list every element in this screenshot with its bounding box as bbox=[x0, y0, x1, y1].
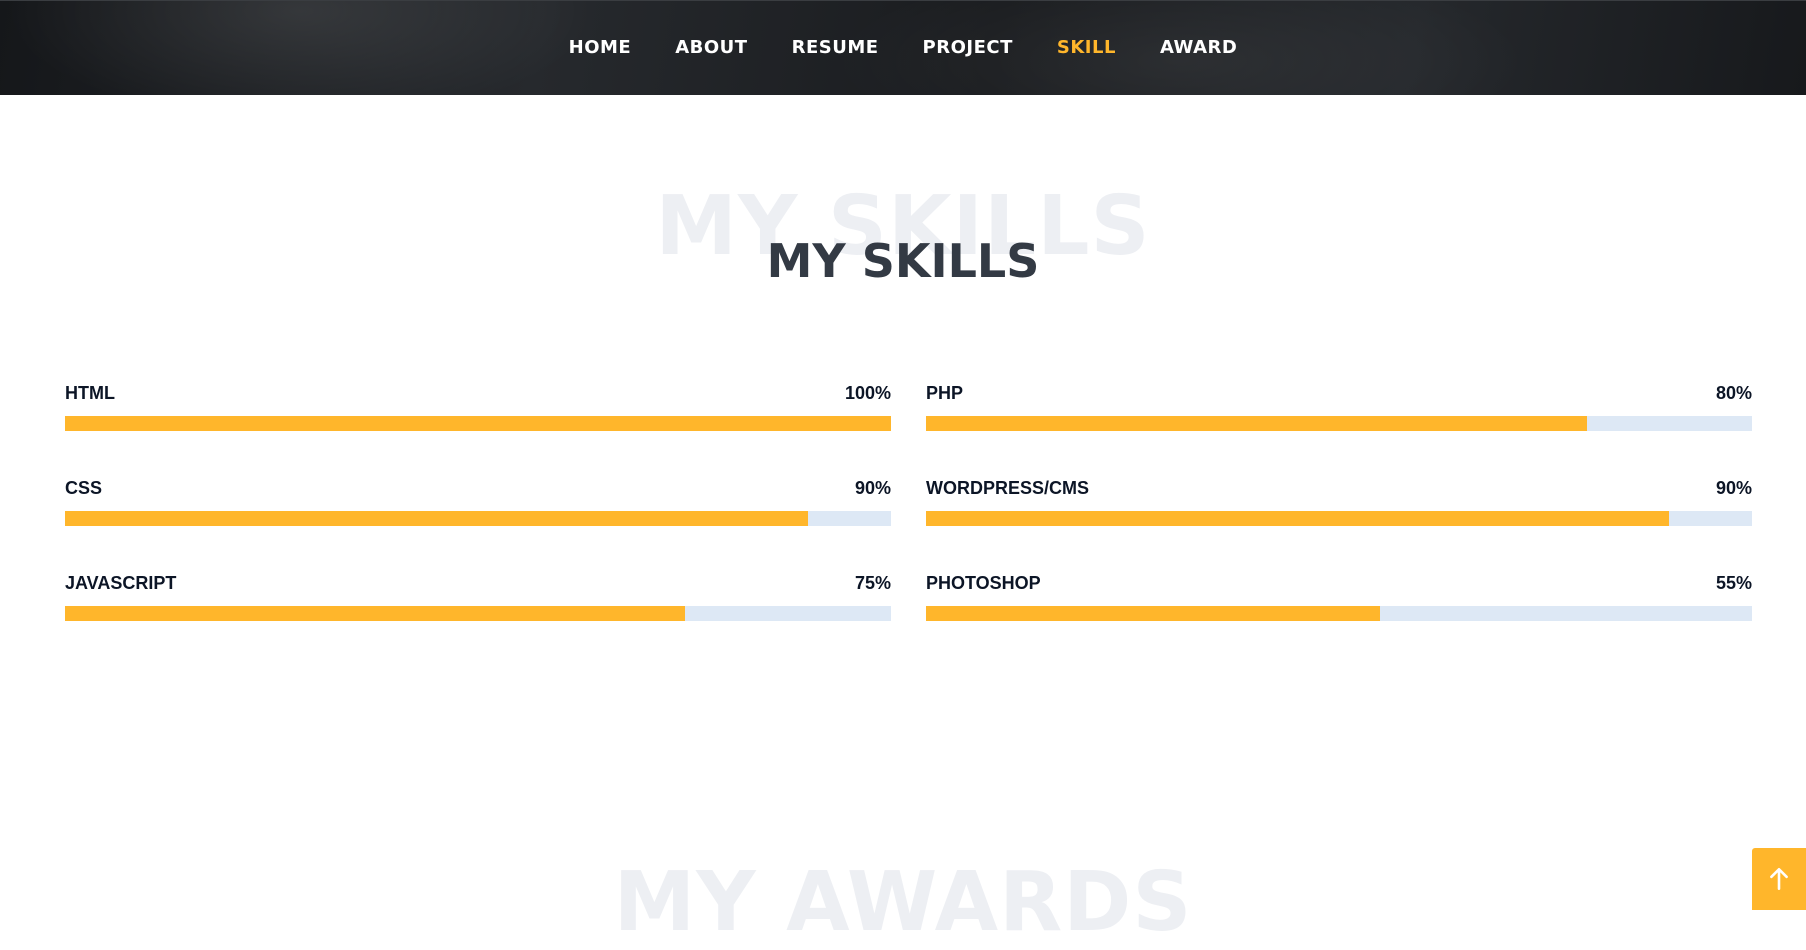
skill-name: PHOTOSHOP bbox=[926, 573, 1041, 593]
skill-progress-track bbox=[926, 416, 1752, 431]
skill-progress-fill bbox=[926, 416, 1587, 431]
skill-progress-track bbox=[65, 416, 891, 431]
nav-item-skill[interactable]: SKILL bbox=[1035, 1, 1138, 95]
skill-progress-fill bbox=[65, 606, 685, 621]
section-ghost-title: MY AWARDS bbox=[613, 855, 1193, 950]
skill-percent: 90% bbox=[1715, 478, 1752, 498]
skill-name: HTML bbox=[65, 383, 115, 403]
skill-progress-track bbox=[926, 511, 1752, 526]
skill-name: CSS bbox=[65, 478, 103, 498]
skill-item-photoshop: PHOTOSHOP 55% bbox=[926, 568, 1752, 663]
nav-item-home[interactable]: HOME bbox=[547, 1, 654, 95]
nav-item-about[interactable]: ABOUT bbox=[653, 1, 769, 95]
skill-progress-fill bbox=[65, 511, 809, 526]
skill-item-wordpress: WORDPRESS/CMS 90% bbox=[926, 473, 1752, 568]
skill-percent: 100% bbox=[844, 383, 891, 403]
skill-name: WORDPRESS/CMS bbox=[926, 478, 1090, 498]
skill-name: JAVASCRIPT bbox=[65, 573, 177, 593]
nav-item-resume[interactable]: RESUME bbox=[770, 1, 901, 95]
site-header: HOME ABOUT RESUME PROJECT SKILL AWARD bbox=[0, 0, 1806, 95]
arrow-up-icon bbox=[1770, 867, 1788, 891]
skill-progress-fill bbox=[926, 511, 1670, 526]
skill-progress-track bbox=[65, 606, 891, 621]
nav-item-project[interactable]: PROJECT bbox=[901, 1, 1035, 95]
skill-progress-track bbox=[65, 511, 891, 526]
skill-progress-track bbox=[926, 606, 1752, 621]
skill-percent: 80% bbox=[1715, 383, 1752, 403]
skills-grid: HTML 100% PHP 80% CSS 90% WORDPRESS/CMS … bbox=[65, 378, 1752, 663]
skill-item-php: PHP 80% bbox=[926, 378, 1752, 473]
section-title: MY SKILLS bbox=[766, 234, 1040, 288]
nav-item-award[interactable]: AWARD bbox=[1138, 1, 1259, 95]
back-to-top-button[interactable] bbox=[1752, 848, 1806, 910]
skill-name: PHP bbox=[926, 383, 964, 403]
skill-item-html: HTML 100% bbox=[65, 378, 891, 473]
skill-item-css: CSS 90% bbox=[65, 473, 891, 568]
skill-progress-fill bbox=[926, 606, 1381, 621]
skill-progress-fill bbox=[65, 416, 891, 431]
skill-percent: 75% bbox=[854, 573, 891, 593]
skill-item-javascript: JAVASCRIPT 75% bbox=[65, 568, 891, 663]
main-nav: HOME ABOUT RESUME PROJECT SKILL AWARD bbox=[0, 1, 1806, 95]
skill-percent: 90% bbox=[854, 478, 891, 498]
skill-percent: 55% bbox=[1715, 573, 1752, 593]
